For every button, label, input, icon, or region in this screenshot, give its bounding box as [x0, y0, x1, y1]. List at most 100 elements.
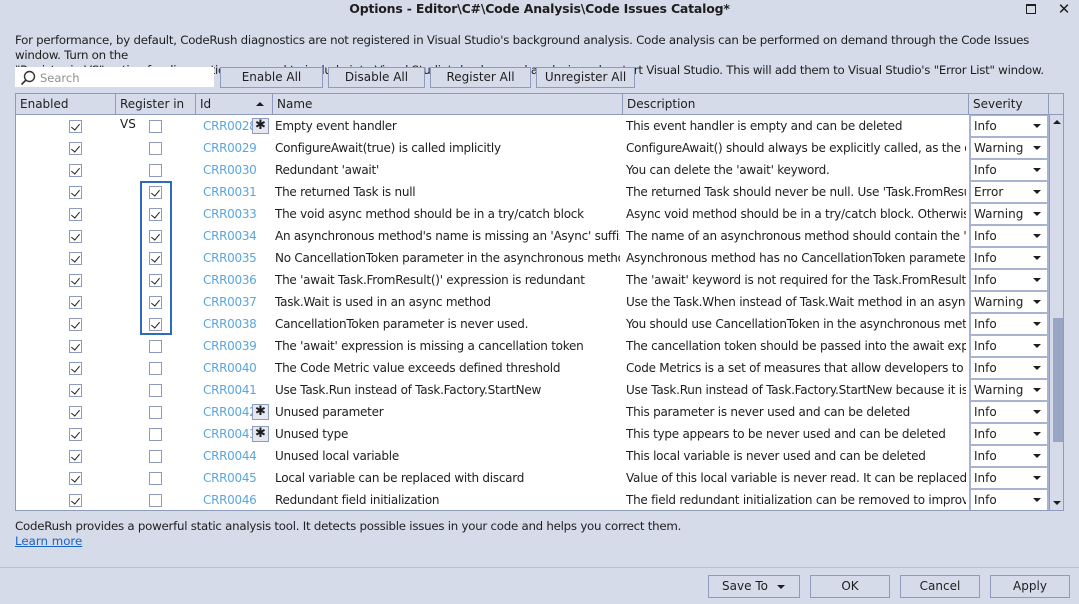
- register-in-vs-checkbox[interactable]: [149, 494, 162, 507]
- register-in-vs-checkbox[interactable]: [149, 142, 162, 155]
- register-in-vs-checkbox[interactable]: [149, 186, 162, 199]
- settings-gear-icon[interactable]: ✱: [252, 404, 269, 420]
- severity-dropdown[interactable]: Warning: [969, 203, 1049, 225]
- table-row[interactable]: CRR0036 The 'await Task.FromResult()' exp…: [16, 269, 1049, 291]
- enabled-checkbox[interactable]: [69, 494, 82, 507]
- register-in-vs-checkbox[interactable]: [149, 274, 162, 287]
- table-row[interactable]: CRR0042 ✱ Unused parameter This parameter i…: [16, 401, 1049, 423]
- table-row[interactable]: CRR0035 No CancellationToken parameter in…: [16, 247, 1049, 269]
- enabled-checkbox[interactable]: [69, 186, 82, 199]
- register-in-vs-checkbox[interactable]: [149, 296, 162, 309]
- severity-dropdown[interactable]: Info: [969, 401, 1049, 423]
- issue-id-link[interactable]: CRR0040: [203, 357, 257, 379]
- severity-dropdown[interactable]: Info: [969, 335, 1049, 357]
- register-in-vs-checkbox[interactable]: [149, 230, 162, 243]
- table-row[interactable]: CRR0045 Local variable can be replaced wi…: [16, 467, 1049, 489]
- save-to-button[interactable]: Save To: [708, 575, 800, 598]
- issue-id-link[interactable]: CRR0036: [203, 269, 257, 291]
- issue-id-link[interactable]: CRR0037: [203, 291, 257, 313]
- issue-id-link[interactable]: CRR0043: [203, 423, 257, 445]
- issue-id-link[interactable]: CRR0039: [203, 335, 257, 357]
- table-row[interactable]: CRR0039 The 'await' expression is missing…: [16, 335, 1049, 357]
- table-row[interactable]: CRR0046 Redundant field initialization The…: [16, 489, 1049, 510]
- apply-button[interactable]: Apply: [990, 575, 1070, 598]
- table-row[interactable]: CRR0033 The void async method should be i…: [16, 203, 1049, 225]
- table-row[interactable]: CRR0028 ✱ Empty event handler This event ha…: [16, 115, 1049, 137]
- table-row[interactable]: CRR0040 The Code Metric value exceeds def…: [16, 357, 1049, 379]
- enabled-checkbox[interactable]: [69, 296, 82, 309]
- severity-dropdown[interactable]: Info: [969, 247, 1049, 269]
- register-in-vs-checkbox[interactable]: [149, 450, 162, 463]
- enabled-checkbox[interactable]: [69, 406, 82, 419]
- table-row[interactable]: CRR0041 Use Task.Run instead of Task.Fact…: [16, 379, 1049, 401]
- register-in-vs-checkbox[interactable]: [149, 120, 162, 133]
- register-in-vs-checkbox[interactable]: [149, 208, 162, 221]
- register-in-vs-checkbox[interactable]: [149, 252, 162, 265]
- issue-id-link[interactable]: CRR0041: [203, 379, 257, 401]
- severity-dropdown[interactable]: Info: [969, 357, 1049, 379]
- register-in-vs-checkbox[interactable]: [149, 406, 162, 419]
- issue-id-link[interactable]: CRR0038: [203, 313, 257, 335]
- column-header-description[interactable]: Description: [623, 94, 969, 114]
- enabled-checkbox[interactable]: [69, 208, 82, 221]
- table-row[interactable]: CRR0034 An asynchronous method's name is …: [16, 225, 1049, 247]
- severity-dropdown[interactable]: Info: [969, 159, 1049, 181]
- severity-dropdown[interactable]: Info: [969, 115, 1049, 137]
- severity-dropdown[interactable]: Info: [969, 445, 1049, 467]
- search-input[interactable]: [40, 70, 210, 85]
- severity-dropdown[interactable]: Info: [969, 313, 1049, 335]
- severity-dropdown[interactable]: Warning: [969, 137, 1049, 159]
- register-in-vs-checkbox[interactable]: [149, 362, 162, 375]
- column-header-register[interactable]: Register in VS: [116, 94, 196, 131]
- issue-id-link[interactable]: CRR0046: [203, 489, 257, 510]
- register-in-vs-checkbox[interactable]: [149, 428, 162, 441]
- disable-all-button[interactable]: Disable All: [328, 67, 425, 88]
- scroll-down-icon[interactable]: [1053, 501, 1061, 505]
- maximize-button[interactable]: [1017, 0, 1045, 18]
- enabled-checkbox[interactable]: [69, 230, 82, 243]
- severity-dropdown[interactable]: Info: [969, 467, 1049, 489]
- issue-id-link[interactable]: CRR0042: [203, 401, 257, 423]
- severity-dropdown[interactable]: Warning: [969, 379, 1049, 401]
- issue-id-link[interactable]: CRR0030: [203, 159, 257, 181]
- table-row[interactable]: CRR0037 Task.Wait is used in an async met…: [16, 291, 1049, 313]
- enabled-checkbox[interactable]: [69, 472, 82, 485]
- enabled-checkbox[interactable]: [69, 384, 82, 397]
- enabled-checkbox[interactable]: [69, 252, 82, 265]
- issue-id-link[interactable]: CRR0033: [203, 203, 257, 225]
- enabled-checkbox[interactable]: [69, 274, 82, 287]
- issue-id-link[interactable]: CRR0035: [203, 247, 257, 269]
- register-in-vs-checkbox[interactable]: [149, 384, 162, 397]
- column-header-name[interactable]: Name: [273, 94, 623, 114]
- register-in-vs-checkbox[interactable]: [149, 164, 162, 177]
- column-header-id[interactable]: Id: [196, 94, 273, 114]
- column-header-severity[interactable]: Severity: [969, 94, 1049, 114]
- severity-dropdown[interactable]: Info: [969, 423, 1049, 445]
- settings-gear-icon[interactable]: ✱: [252, 426, 269, 442]
- severity-dropdown[interactable]: Info: [969, 489, 1049, 510]
- learn-more-link[interactable]: Learn more: [15, 534, 82, 549]
- table-row[interactable]: CRR0031 The returned Task is null The retu…: [16, 181, 1049, 203]
- table-row[interactable]: CRR0038 CancellationToken parameter is ne…: [16, 313, 1049, 335]
- severity-dropdown[interactable]: Error: [969, 181, 1049, 203]
- issue-id-link[interactable]: CRR0045: [203, 467, 257, 489]
- scroll-up-icon[interactable]: [1053, 120, 1061, 124]
- table-row[interactable]: CRR0043 ✱ Unused type This type appears to …: [16, 423, 1049, 445]
- unregister-all-button[interactable]: Unregister All: [536, 67, 635, 88]
- ok-button[interactable]: OK: [810, 575, 890, 598]
- issue-id-link[interactable]: CRR0028: [203, 115, 257, 137]
- register-in-vs-checkbox[interactable]: [149, 472, 162, 485]
- register-in-vs-checkbox[interactable]: [149, 340, 162, 353]
- enabled-checkbox[interactable]: [69, 142, 82, 155]
- table-row[interactable]: CRR0044 Unused local variable This local v…: [16, 445, 1049, 467]
- issue-id-link[interactable]: CRR0034: [203, 225, 257, 247]
- settings-gear-icon[interactable]: ✱: [252, 118, 269, 134]
- cancel-button[interactable]: Cancel: [900, 575, 980, 598]
- search-box[interactable]: [15, 67, 214, 87]
- severity-dropdown[interactable]: Warning: [969, 291, 1049, 313]
- enabled-checkbox[interactable]: [69, 450, 82, 463]
- table-row[interactable]: CRR0030 Redundant 'await' You can delete t…: [16, 159, 1049, 181]
- enabled-checkbox[interactable]: [69, 340, 82, 353]
- enabled-checkbox[interactable]: [69, 428, 82, 441]
- enabled-checkbox[interactable]: [69, 318, 82, 331]
